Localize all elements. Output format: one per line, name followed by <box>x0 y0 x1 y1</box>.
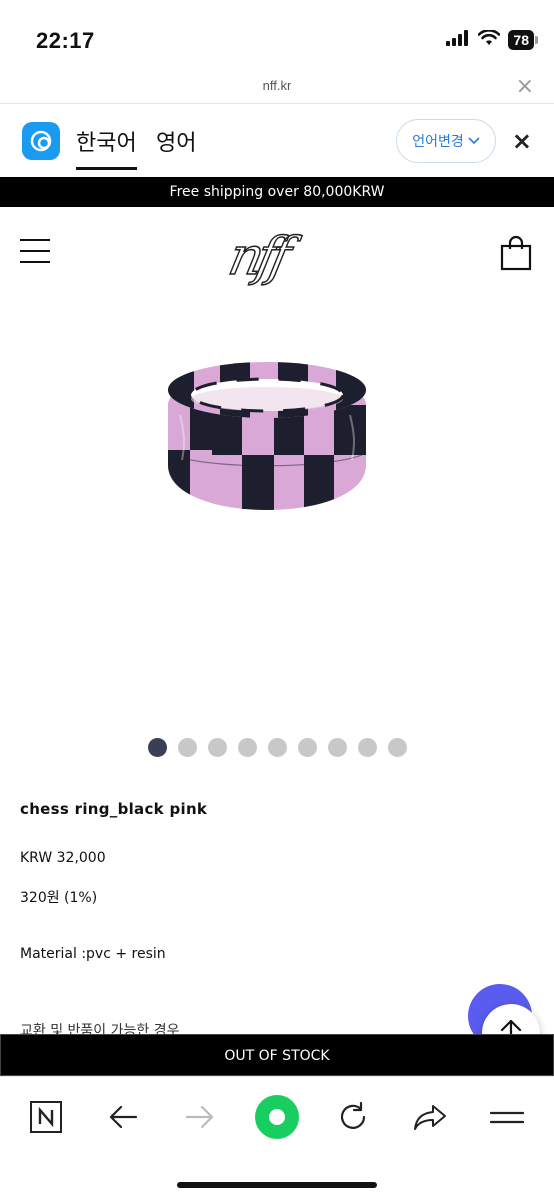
translate-bar: 한국어 영어 언어변경 × <box>0 105 554 177</box>
gallery-dot[interactable] <box>207 738 227 757</box>
forward-arrow-icon[interactable] <box>178 1095 222 1139</box>
shopping-bag-icon[interactable] <box>500 235 532 275</box>
product-price: KRW 32,000 <box>20 850 106 866</box>
back-arrow-icon[interactable] <box>101 1095 145 1139</box>
status-icons: 78 <box>446 29 538 50</box>
gallery-pagination <box>0 738 554 757</box>
status-time: 22:17 <box>36 28 95 53</box>
share-icon[interactable] <box>408 1095 452 1139</box>
tab-korean[interactable]: 한국어 <box>76 125 137 170</box>
wifi-icon <box>478 29 501 50</box>
gallery-dot[interactable] <box>297 738 317 757</box>
status-bar: 22:17 78 <box>0 0 554 70</box>
url-text[interactable]: nff.kr <box>0 78 554 93</box>
language-change-label: 언어변경 <box>412 134 464 150</box>
naver-green-dot-icon[interactable] <box>254 1094 300 1140</box>
gallery-dot[interactable] <box>357 738 377 757</box>
menu-icon[interactable] <box>20 239 50 263</box>
chevron-down-icon <box>468 133 480 149</box>
gallery-dot[interactable] <box>387 738 407 757</box>
url-bar[interactable]: nff.kr × <box>0 70 554 104</box>
gallery-dot[interactable] <box>237 738 257 757</box>
gallery-dot[interactable] <box>267 738 287 757</box>
naver-home-icon[interactable] <box>24 1095 68 1139</box>
gallery-dot[interactable] <box>177 738 197 757</box>
close-icon[interactable]: × <box>516 74 534 99</box>
site-logo[interactable]: nff <box>223 226 291 288</box>
browser-toolbar <box>0 1076 554 1200</box>
cellular-signal-icon <box>446 30 470 50</box>
tab-english[interactable]: 영어 <box>156 125 196 157</box>
gallery-dot[interactable] <box>147 738 167 757</box>
gallery-dot[interactable] <box>327 738 347 757</box>
battery-icon: 78 <box>508 30 538 50</box>
translate-app-icon[interactable] <box>22 122 60 160</box>
product-image[interactable] <box>160 345 374 535</box>
menu-lines-icon[interactable] <box>485 1095 529 1139</box>
language-change-button[interactable]: 언어변경 <box>396 119 496 163</box>
product-material: Material :pvc + resin <box>20 946 166 962</box>
product-points: 320원 (1%) <box>20 890 98 906</box>
product-name: chess ring_black pink <box>20 800 208 818</box>
home-indicator[interactable] <box>177 1182 377 1188</box>
refresh-icon[interactable] <box>331 1095 375 1139</box>
promo-banner: Free shipping over 80,000KRW <box>0 177 554 207</box>
close-icon[interactable]: × <box>512 127 532 155</box>
out-of-stock-button[interactable]: OUT OF STOCK <box>0 1034 554 1076</box>
site-header: nff <box>0 207 554 307</box>
